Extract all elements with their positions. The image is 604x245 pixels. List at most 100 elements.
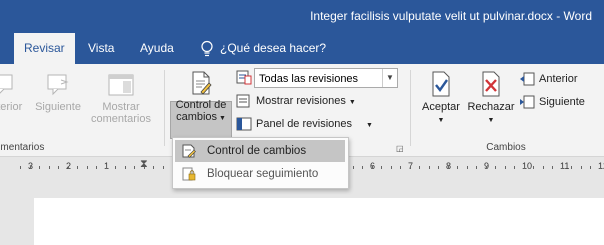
show-comments-button[interactable]: Mostrar comentarios xyxy=(84,72,158,125)
reviewing-pane-label: Panel de revisiones xyxy=(256,117,353,130)
ruler-tick xyxy=(600,166,601,169)
ruler-tick xyxy=(448,166,449,169)
show-markup-label: Mostrar revisiones xyxy=(256,94,346,107)
ruler-tick xyxy=(495,166,496,169)
group-divider xyxy=(164,70,165,146)
dialog-launcher-icon[interactable]: ◲ xyxy=(396,144,404,153)
ruler-tick xyxy=(562,166,563,169)
chevron-down-icon: ▼ xyxy=(437,117,445,124)
ruler-number: 12 xyxy=(598,161,604,171)
accept-icon xyxy=(432,71,450,97)
tab-ayuda[interactable]: Ayuda xyxy=(130,33,184,64)
previous-change-button[interactable]: Anterior xyxy=(519,72,578,86)
accept-label: Aceptar xyxy=(422,101,460,113)
tell-me-text: ¿Qué desea hacer? xyxy=(220,41,327,55)
ruler-tick xyxy=(391,166,392,169)
ruler-tick xyxy=(125,166,126,169)
tell-me-box[interactable]: ¿Qué desea hacer? xyxy=(200,33,326,64)
show-markup-icon xyxy=(236,94,250,108)
ruler-tick xyxy=(77,166,78,169)
previous-change-icon xyxy=(520,72,535,86)
lock-icon xyxy=(182,167,196,181)
show-comments-label-line1: Mostrar xyxy=(102,101,140,113)
ruler-tick xyxy=(429,166,430,169)
ruler-tick xyxy=(524,166,525,169)
menu-item-lock-tracking[interactable]: Bloquear seguimiento xyxy=(175,163,345,185)
group-divider xyxy=(410,70,411,146)
indent-marker-icon[interactable]: ⧗ xyxy=(140,158,148,171)
lightbulb-icon xyxy=(201,40,213,56)
reject-label: Rechazar xyxy=(467,101,515,113)
previous-change-label: Anterior xyxy=(539,72,578,85)
accept-button[interactable]: Aceptar ▼ xyxy=(416,70,466,125)
ruler-tick xyxy=(457,166,458,169)
reject-button[interactable]: Rechazar ▼ xyxy=(465,70,517,125)
previous-comment-button[interactable]: Anterior xyxy=(0,72,28,113)
show-markup-button[interactable]: Mostrar revisiones ▼ xyxy=(236,94,356,108)
menu-item-lock-tracking-label: Bloquear seguimiento xyxy=(207,168,319,180)
ruler-tick xyxy=(353,166,354,169)
document-page[interactable] xyxy=(34,198,604,245)
track-changes-menu: Control de cambios Bloquear seguimiento xyxy=(172,137,349,189)
ruler-tick xyxy=(419,166,420,169)
reviewing-pane-button[interactable]: Panel de revisiones ▼ xyxy=(236,117,373,131)
next-change-button[interactable]: Siguiente xyxy=(519,95,585,109)
chevron-down-icon: ▼ xyxy=(348,98,356,106)
chevron-down-icon: ▼ xyxy=(487,117,495,124)
ruler-tick xyxy=(581,166,582,169)
ruler-tick xyxy=(153,166,154,169)
chevron-down-icon: ▼ xyxy=(217,115,226,122)
menu-item-track-changes-label: Control de cambios xyxy=(207,145,307,157)
track-changes-button[interactable]: Control de cambios ▼ xyxy=(170,70,232,123)
ruler-tick xyxy=(571,166,572,169)
ruler-tick xyxy=(30,166,31,169)
display-for-review-icon xyxy=(236,69,252,90)
ruler-tick xyxy=(476,166,477,169)
track-changes-label-line2: cambios xyxy=(176,111,218,123)
ruler-tick xyxy=(134,166,135,169)
next-change-label: Siguiente xyxy=(539,95,585,108)
ruler-tick xyxy=(372,166,373,169)
previous-comment-icon xyxy=(0,74,13,94)
comments-group-label: Comentarios xyxy=(0,142,45,153)
next-comment-icon xyxy=(47,74,69,96)
next-comment-label: Siguiente xyxy=(35,101,81,113)
tab-vista[interactable]: Vista xyxy=(78,33,124,64)
title-bar: Integer facilisis vulputate velit ut pul… xyxy=(0,0,604,33)
reject-icon xyxy=(482,71,500,97)
ruler-tick xyxy=(87,166,88,169)
track-changes-icon xyxy=(192,71,212,95)
ruler-tick xyxy=(438,166,439,169)
ruler-tick xyxy=(400,166,401,169)
previous-comment-label: Anterior xyxy=(0,101,23,113)
display-for-review-select[interactable]: Todas las revisiones ▼ xyxy=(254,68,398,88)
ruler-tick xyxy=(115,166,116,169)
ruler-tick xyxy=(514,166,515,169)
ruler-tick xyxy=(533,166,534,169)
next-comment-button[interactable]: Siguiente xyxy=(32,72,84,113)
ruler-tick xyxy=(68,166,69,169)
tab-revisar[interactable]: Revisar xyxy=(14,33,75,64)
ruler-tick xyxy=(39,166,40,169)
ruler-tick xyxy=(505,166,506,169)
ruler-tick xyxy=(49,166,50,169)
ruler-tick xyxy=(106,166,107,169)
chevron-down-icon: ▼ xyxy=(366,121,373,129)
track-changes-label-line1: Control de xyxy=(175,99,227,111)
ruler-tick xyxy=(58,166,59,169)
ruler-tick xyxy=(552,166,553,169)
track-changes-icon xyxy=(182,144,196,158)
menu-item-track-changes[interactable]: Control de cambios xyxy=(175,140,345,162)
show-comments-icon xyxy=(108,74,134,96)
ruler-tick xyxy=(410,166,411,169)
ruler-tick xyxy=(543,166,544,169)
chevron-down-icon: ▼ xyxy=(382,69,397,87)
changes-group-label: Cambios xyxy=(486,142,526,153)
window-title: Integer facilisis vulputate velit ut pul… xyxy=(310,9,592,23)
ruler-tick xyxy=(96,166,97,169)
ruler-tick xyxy=(467,166,468,169)
ruler-tick xyxy=(486,166,487,169)
ribbon-tabs: Revisar Vista Ayuda ¿Qué desea hacer? xyxy=(0,33,604,64)
next-change-icon xyxy=(520,95,535,109)
ruler-tick xyxy=(20,166,21,169)
